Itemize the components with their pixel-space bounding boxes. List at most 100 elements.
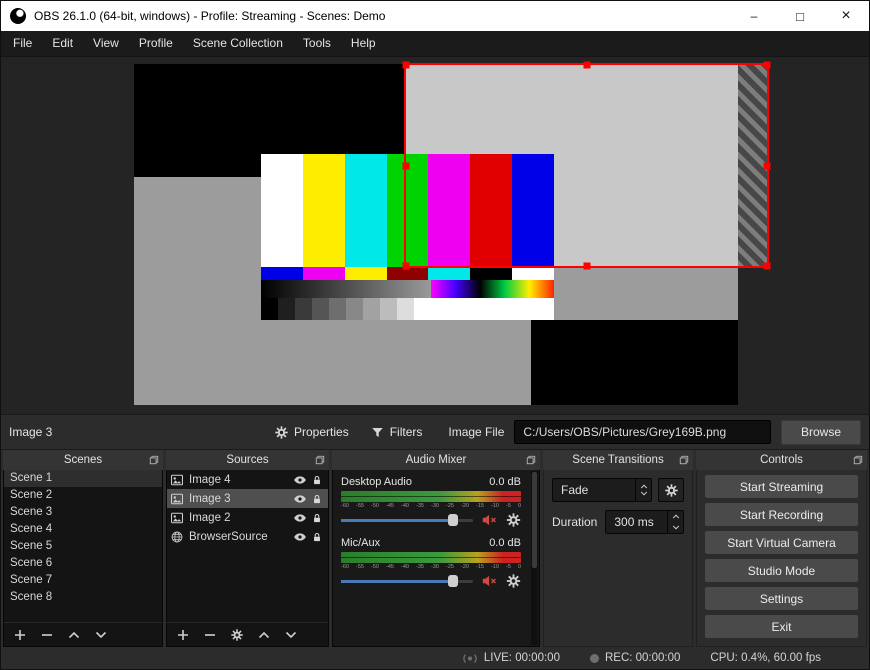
audio-mixer-dock-header[interactable]: Audio Mixer (332, 450, 540, 470)
chevron-up-icon (672, 514, 680, 519)
scene-layer-black-bottom-right (531, 320, 738, 405)
source-list-item[interactable]: Image 3 (167, 489, 328, 508)
scenes-dock-header[interactable]: Scenes (3, 450, 163, 470)
visibility-eye-icon[interactable] (294, 531, 306, 543)
duration-decrease-button[interactable] (668, 522, 683, 533)
resize-handle-middle-right[interactable] (763, 162, 771, 169)
transitions-dock-header[interactable]: Scene Transitions (543, 450, 693, 470)
browse-button[interactable]: Browse (781, 419, 861, 445)
settings-button[interactable]: Settings (705, 587, 858, 610)
move-scene-up-button[interactable] (68, 629, 80, 641)
scene-list-item[interactable]: Scene 7 (4, 572, 162, 589)
dock-popout-icon[interactable] (679, 455, 689, 465)
minimize-button[interactable]: – (731, 1, 777, 31)
volume-slider-handle[interactable] (448, 575, 459, 587)
volume-slider[interactable] (341, 573, 473, 589)
duration-spinbox[interactable]: 300 ms (605, 510, 684, 534)
dock-row: Scenes Scene 1 Scene 2 Scene 3 Scene 4 S… (1, 450, 869, 647)
add-source-button[interactable] (177, 629, 189, 641)
mute-speaker-icon[interactable] (482, 513, 497, 527)
channel-gear-icon[interactable] (506, 513, 521, 527)
grayscale-strip (261, 280, 431, 320)
source-list-item[interactable]: Image 4 (167, 470, 328, 489)
mixer-channel-mic-aux: Mic/Aux 0.0 dB -60 -55 -50 -45 -40 -35 -30 -25-… (341, 537, 521, 589)
menu-help[interactable]: Help (341, 31, 386, 56)
resize-handle-top-center[interactable] (583, 61, 590, 69)
meter-scale-label: -30 (431, 503, 439, 509)
exit-button[interactable]: Exit (705, 615, 858, 638)
remove-source-button[interactable] (204, 629, 216, 641)
resize-handle-bottom-left[interactable] (402, 262, 410, 270)
mute-speaker-icon[interactable] (482, 574, 497, 588)
lock-icon[interactable] (312, 494, 322, 504)
scene-list-item[interactable]: Scene 4 (4, 521, 162, 538)
visibility-eye-icon[interactable] (294, 512, 306, 524)
maximize-button[interactable]: □ (777, 1, 823, 31)
menu-edit[interactable]: Edit (42, 31, 83, 56)
scene-list-item[interactable]: Scene 3 (4, 504, 162, 521)
channel-gear-icon[interactable] (506, 574, 521, 588)
menu-view[interactable]: View (83, 31, 129, 56)
lock-icon[interactable] (312, 475, 322, 485)
dock-popout-icon[interactable] (149, 455, 159, 465)
filters-button[interactable]: Filters (365, 421, 429, 443)
start-streaming-button[interactable]: Start Streaming (705, 475, 858, 498)
scene-list-item[interactable]: Scene 1 (4, 470, 162, 487)
menu-file[interactable]: File (3, 31, 42, 56)
visibility-eye-icon[interactable] (294, 493, 306, 505)
lock-icon[interactable] (312, 513, 322, 523)
visibility-eye-icon[interactable] (294, 474, 306, 486)
remove-scene-button[interactable] (41, 629, 53, 641)
image-icon (171, 512, 183, 524)
start-recording-button[interactable]: Start Recording (705, 503, 858, 526)
close-button[interactable]: × (823, 1, 869, 31)
move-source-down-button[interactable] (285, 629, 297, 641)
image-file-input[interactable] (514, 420, 771, 444)
resize-handle-top-right[interactable] (763, 61, 771, 69)
volume-slider-handle[interactable] (448, 514, 459, 526)
duration-increase-button[interactable] (668, 511, 683, 522)
resize-handle-bottom-right[interactable] (763, 262, 771, 270)
move-scene-down-button[interactable] (95, 629, 107, 641)
dock-popout-icon[interactable] (315, 455, 325, 465)
start-virtual-camera-button[interactable]: Start Virtual Camera (705, 531, 858, 554)
combo-arrows[interactable] (635, 479, 651, 501)
scene-list-item[interactable]: Scene 6 (4, 555, 162, 572)
resize-handle-top-left[interactable] (402, 61, 410, 69)
meter-scale-label: -50 (371, 564, 379, 570)
color-bars-bottom (261, 280, 554, 320)
sources-dock-header[interactable]: Sources (166, 450, 329, 470)
dock-popout-icon[interactable] (526, 455, 536, 465)
menu-tools[interactable]: Tools (293, 31, 341, 56)
audio-mixer-dock-title: Audio Mixer (405, 454, 467, 466)
scene-list-item[interactable]: Scene 2 (4, 487, 162, 504)
selection-box[interactable] (402, 61, 771, 270)
dock-popout-icon[interactable] (853, 455, 863, 465)
resize-handle-bottom-center[interactable] (583, 262, 590, 270)
channel-name: Desktop Audio (341, 476, 412, 488)
add-scene-button[interactable] (14, 629, 26, 641)
chevron-up-icon (640, 484, 648, 489)
scene-list-item[interactable]: Scene 5 (4, 538, 162, 555)
menu-scene-collection[interactable]: Scene Collection (183, 31, 293, 56)
volume-slider[interactable] (341, 512, 473, 528)
rainbow-strip (431, 280, 554, 298)
transition-settings-button[interactable] (658, 478, 684, 502)
controls-dock-header[interactable]: Controls (696, 450, 867, 470)
mixer-scrollbar[interactable] (531, 471, 538, 645)
meter-scale-label: -55 (356, 503, 364, 509)
scenes-list: Scene 1 Scene 2 Scene 3 Scene 4 Scene 5 … (3, 470, 163, 622)
source-list-item[interactable]: BrowserSource (167, 527, 328, 546)
lock-icon[interactable] (312, 532, 322, 542)
scene-list-item[interactable]: Scene 8 (4, 589, 162, 606)
menu-profile[interactable]: Profile (129, 31, 183, 56)
meter-scale-label: -40 (401, 503, 409, 509)
transition-select[interactable]: Fade (552, 478, 652, 502)
properties-button[interactable]: Properties (269, 421, 355, 443)
resize-handle-middle-left[interactable] (402, 162, 410, 169)
source-list-item[interactable]: Image 2 (167, 508, 328, 527)
move-source-up-button[interactable] (258, 629, 270, 641)
source-properties-gear-icon[interactable] (231, 628, 243, 641)
studio-mode-button[interactable]: Studio Mode (705, 559, 858, 582)
meter-scale-label: -45 (386, 503, 394, 509)
